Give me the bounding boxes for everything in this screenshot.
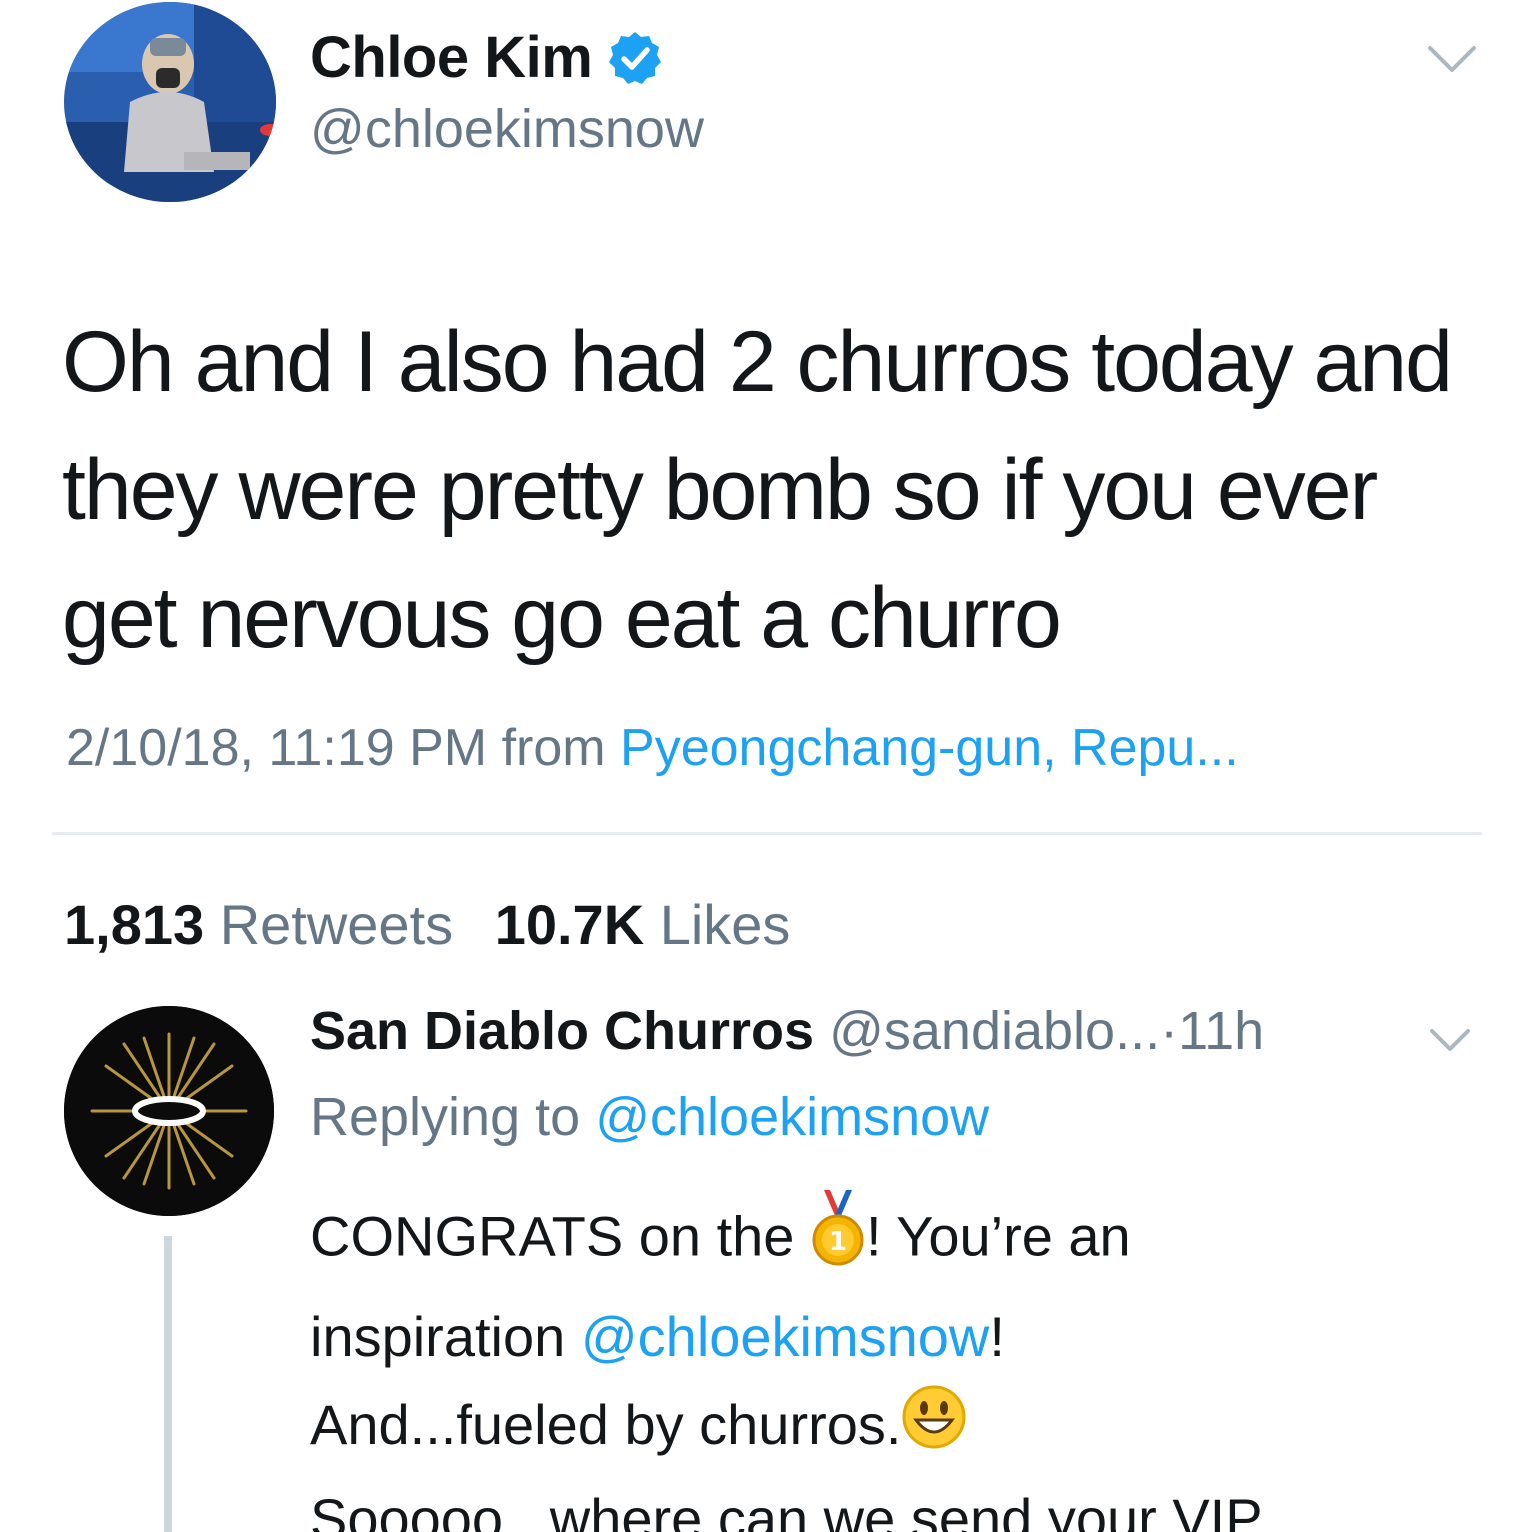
engagement-stats: 1,813 Retweets 10.7K Likes [64, 892, 816, 957]
reply-text-segment: CONGRATS on the [310, 1204, 795, 1268]
replying-label: Replying to [310, 1087, 581, 1147]
author-handle[interactable]: @chloekimsnow [310, 98, 704, 160]
chevron-down-icon[interactable] [1426, 42, 1478, 76]
tweet-text: Oh and I also had 2 churros today and th… [62, 314, 1473, 666]
reply-author-avatar[interactable] [64, 1006, 274, 1216]
replying-to: Replying to @chloekimsnow [310, 1086, 989, 1148]
reply-header: San Diablo Churros @sandiablo...·11h [310, 1000, 1264, 1062]
reply-text-segment: inspiration [310, 1305, 566, 1368]
reply-time[interactable]: 11h [1178, 1001, 1264, 1061]
reply-text: CONGRATS on the 1 ! You’re an inspiratio… [310, 1188, 1490, 1532]
tweet-meta: 2/10/18, 11:19 PM from Pyeongchang-gun, … [66, 718, 1239, 778]
reply-text-segment: ! [989, 1305, 1005, 1368]
author-row: Chloe Kim [310, 24, 664, 91]
reply-line-1: CONGRATS on the 1 ! You’re an [310, 1188, 1490, 1293]
separator-dot: · [1160, 1001, 1179, 1061]
divider [52, 832, 1482, 835]
svg-text:1: 1 [829, 1227, 847, 1257]
author-name[interactable]: Chloe Kim [310, 24, 593, 91]
reply-line-3: And...fueled by churros. [310, 1381, 1490, 1475]
chevron-down-icon[interactable] [1428, 1026, 1472, 1054]
smiley-emoji [901, 1384, 967, 1475]
tweet-screenshot: Chloe Kim @chloekimsnow Oh and I also ha… [0, 0, 1532, 1532]
replying-mention-link[interactable]: @chloekimsnow [595, 1087, 989, 1147]
reply-author-handle[interactable]: @sandiablo... [829, 1001, 1160, 1061]
reply-text-segment: And...fueled by churros. [310, 1393, 902, 1456]
reply-text-segment: ! You’re an [866, 1204, 1131, 1268]
reply-text-segment: Sooooo...where can we send your VIP [310, 1486, 1263, 1532]
tweet-timestamp[interactable]: 2/10/18, 11:19 PM [66, 719, 487, 777]
reply-mention-link[interactable]: @chloekimsnow [581, 1305, 990, 1368]
thread-line [164, 1236, 172, 1532]
reply-line-2: inspiration @chloekimsnow! [310, 1293, 1490, 1381]
retweets-label[interactable]: Retweets [220, 893, 453, 956]
reply-line-4: Sooooo...where can we send your VIP [310, 1475, 1490, 1532]
author-avatar[interactable] [64, 2, 276, 202]
verified-badge-icon [606, 29, 664, 87]
gold-medal-emoji: 1 [810, 1188, 866, 1293]
retweets-count[interactable]: 1,813 [64, 893, 204, 956]
likes-label[interactable]: Likes [660, 893, 791, 956]
likes-count[interactable]: 10.7K [495, 893, 644, 956]
from-label: from [501, 719, 606, 777]
reply-author-name[interactable]: San Diablo Churros [310, 1001, 814, 1061]
tweet-location-link[interactable]: Pyeongchang-gun, Repu... [620, 719, 1239, 777]
